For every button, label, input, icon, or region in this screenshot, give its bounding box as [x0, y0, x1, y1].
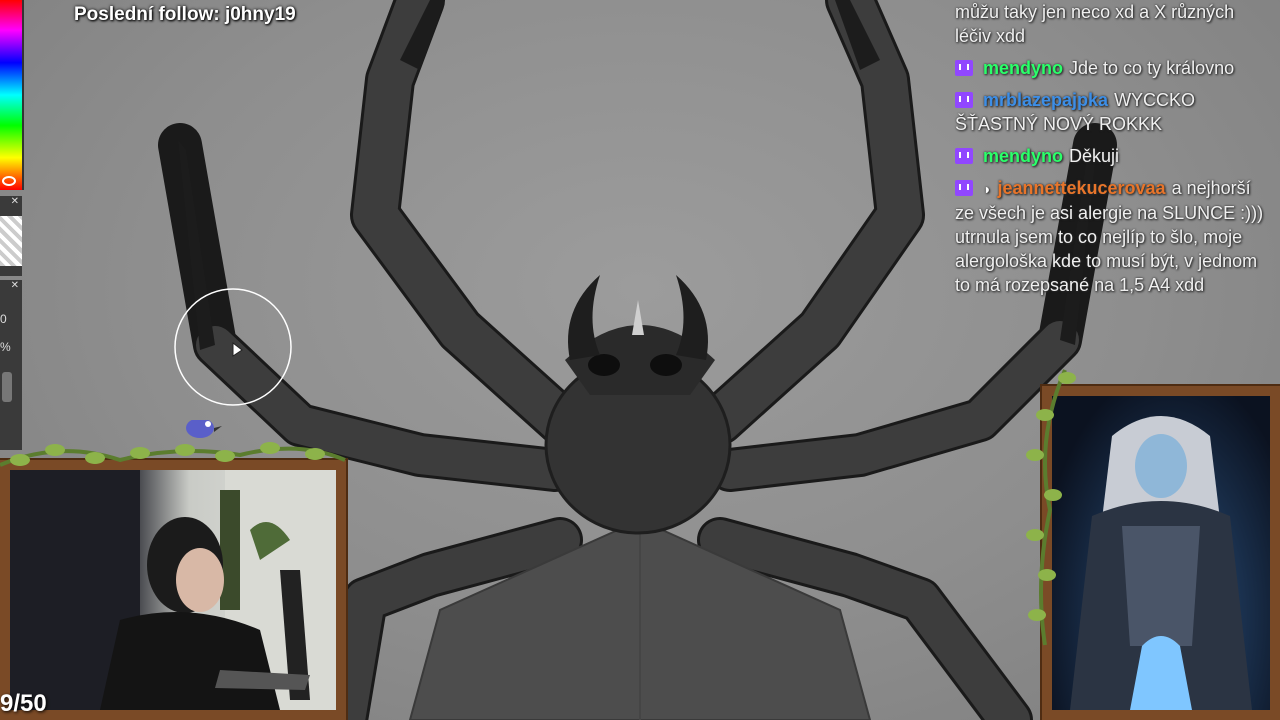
twitch-badge-icon: [955, 148, 973, 164]
chat-message: ◗ jeannettekucerovaa a nejhorší ze všech j…: [955, 176, 1273, 297]
panel-close-icon-2[interactable]: ✕: [0, 280, 22, 292]
vine-decoration-right: [1026, 369, 1076, 646]
goal-counter: 9/50: [0, 690, 47, 717]
pixel-bird-icon: [186, 420, 222, 438]
twitch-badge-icon: [955, 60, 973, 76]
chat-username: mendyno: [983, 58, 1064, 78]
vine-decoration: [0, 420, 346, 467]
chat-text: Děkuji: [1069, 146, 1120, 166]
streamer-silhouette: [10, 470, 336, 710]
zoom-value: 0: [0, 312, 7, 326]
color-selector-ring[interactable]: [2, 176, 16, 186]
chat-message: můžu taky jen neco xd a X různých léčiv …: [955, 0, 1273, 48]
color-panel: ✕: [0, 196, 22, 276]
chat-username: mendyno: [983, 146, 1064, 166]
chat-text: Jde to co ty královno: [1069, 58, 1235, 78]
chat-message: mendyno Děkuji: [955, 144, 1273, 168]
percent-label: %: [0, 340, 11, 354]
chat-overlay: můžu taky jen neco xd a X různých léčiv …: [955, 0, 1273, 305]
chat-username: mrblazepajpka: [983, 90, 1109, 110]
twitch-badge-icon: [955, 92, 973, 108]
panel-close-icon[interactable]: ✕: [0, 196, 22, 208]
hue-color-strip[interactable]: [0, 0, 24, 190]
transparent-swatch[interactable]: [0, 216, 22, 266]
chat-message: mrblazepajpka WYCCKO ŠŤASTNÝ NOVÝ ROKKK: [955, 88, 1273, 136]
chat-username: jeannettekucerovaa: [997, 178, 1166, 198]
half-circle-icon: ◗: [983, 181, 992, 197]
last-follow-label: Poslední follow: j0hny19: [74, 4, 296, 25]
twitch-badge-icon: [955, 180, 973, 196]
chat-text: můžu taky jen neco xd a X různých léčiv …: [955, 2, 1235, 46]
webcam-feed: [10, 470, 336, 710]
webcam-frame: [0, 460, 346, 720]
chat-message: mendyno Jde to co ty královno: [955, 56, 1273, 80]
panel-slider[interactable]: [2, 372, 12, 402]
